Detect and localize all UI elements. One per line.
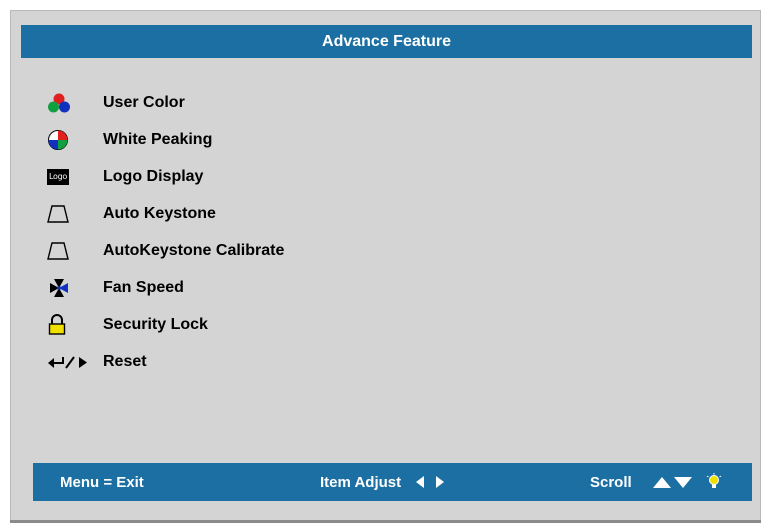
footer-exit-hint: Menu = Exit xyxy=(60,463,144,501)
lock-icon xyxy=(47,313,87,337)
menu-item-label: User Color xyxy=(103,93,185,111)
footer-scroll-hint: Scroll xyxy=(590,463,722,501)
footer-exit-label: Menu = Exit xyxy=(60,473,144,491)
keystone-icon xyxy=(47,202,87,226)
footer-adjust-label: Item Adjust xyxy=(320,473,402,491)
menu-list: User Color White Peaking Logo Logo Displ… xyxy=(47,84,447,380)
menu-item-user-color[interactable]: User Color xyxy=(47,84,447,121)
keystone-icon xyxy=(47,239,87,263)
menu-item-label: Logo Display xyxy=(103,167,204,185)
menu-item-auto-keystone[interactable]: Auto Keystone xyxy=(47,195,447,232)
user-color-icon xyxy=(47,91,87,115)
left-right-arrows-icon xyxy=(415,475,445,489)
menu-item-autokeystone-calibrate[interactable]: AutoKeystone Calibrate xyxy=(47,232,447,269)
menu-title-bar: Advance Feature xyxy=(21,25,752,58)
footer-adjust-hint: Item Adjust xyxy=(320,463,445,501)
logo-icon-text: Logo xyxy=(47,168,69,185)
menu-item-reset[interactable]: Reset xyxy=(47,343,447,380)
menu-item-label: Fan Speed xyxy=(103,278,184,296)
menu-item-label: White Peaking xyxy=(103,130,213,148)
fan-icon xyxy=(47,276,87,300)
lightbulb-icon xyxy=(706,473,722,491)
menu-item-white-peaking[interactable]: White Peaking xyxy=(47,121,447,158)
menu-item-fan-speed[interactable]: Fan Speed xyxy=(47,269,447,306)
menu-item-logo-display[interactable]: Logo Logo Display xyxy=(47,158,447,195)
footer-bar: Menu = Exit Item Adjust Scroll xyxy=(33,463,752,501)
menu-item-security-lock[interactable]: Security Lock xyxy=(47,306,447,343)
footer-scroll-label: Scroll xyxy=(590,473,632,491)
logo-icon: Logo xyxy=(47,165,87,189)
menu-item-label: Auto Keystone xyxy=(103,204,216,222)
menu-item-label: Security Lock xyxy=(103,315,208,333)
white-peaking-icon xyxy=(47,128,87,152)
menu-item-label: AutoKeystone Calibrate xyxy=(103,241,285,259)
enter-icon xyxy=(47,350,97,374)
menu-title: Advance Feature xyxy=(322,32,451,50)
up-down-arrows-icon xyxy=(652,475,698,489)
menu-item-label: Reset xyxy=(103,352,147,370)
